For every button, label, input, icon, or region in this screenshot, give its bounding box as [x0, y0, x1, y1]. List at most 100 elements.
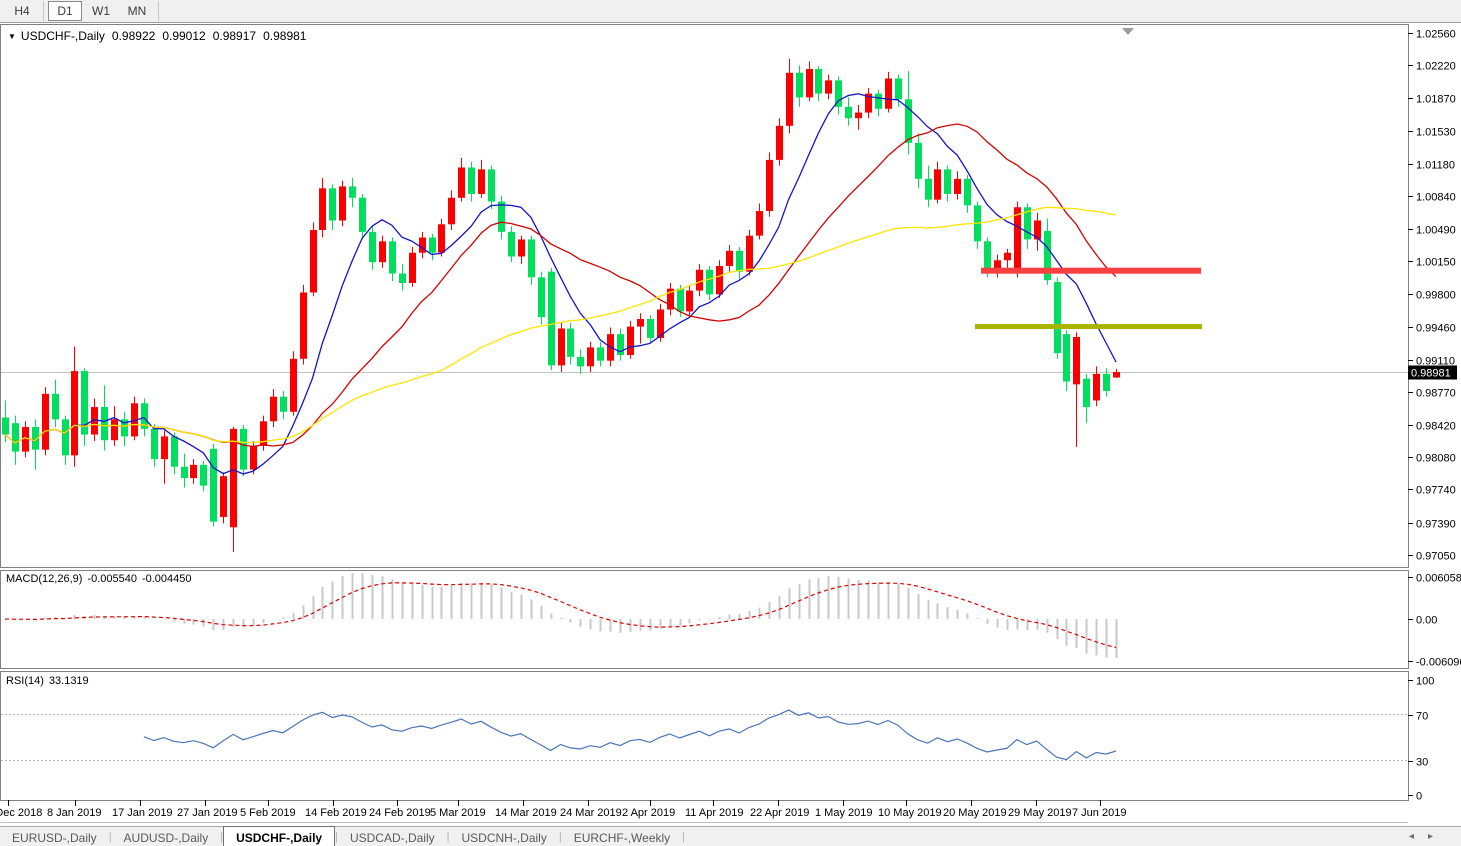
ohlc-open: 0.98922 — [112, 29, 155, 43]
candle-body — [964, 179, 971, 206]
candle — [220, 472, 227, 523]
candle-body — [1014, 207, 1021, 272]
candle-body — [458, 167, 465, 197]
candle-body — [498, 202, 505, 232]
candle-body — [815, 69, 822, 94]
candle-body — [875, 94, 882, 109]
price-axis-label: 0.98080 — [1416, 453, 1456, 465]
candle — [81, 368, 88, 446]
rsi-indicator-label: RSI(14)33.1319 — [6, 675, 89, 687]
candle-body — [845, 107, 852, 118]
candle — [310, 222, 317, 296]
candle-body — [151, 429, 158, 459]
chart-tab-usdcad[interactable]: USDCAD-,Daily — [338, 827, 447, 846]
macd-axis-label: 0.006058 — [1416, 573, 1461, 585]
chart-tab-eurchf[interactable]: EURCHF-,Weekly — [562, 827, 682, 846]
chart-tab-audusd[interactable]: AUDUSD-,Daily — [112, 827, 221, 846]
candle-body — [379, 241, 386, 262]
time-axis-label: 27 Jan 2019 — [177, 807, 238, 819]
candle-body — [934, 169, 941, 199]
candle-body — [101, 407, 108, 440]
candle-body — [825, 80, 832, 93]
price-axis-label: 1.02560 — [1416, 29, 1456, 41]
candle-body — [508, 232, 515, 257]
candle-body — [766, 160, 773, 211]
price-axis-label: 0.97390 — [1416, 519, 1456, 531]
rsi-axis-label: 100 — [1416, 676, 1434, 688]
price-axis-label: 0.98420 — [1416, 421, 1456, 433]
support-level[interactable] — [975, 324, 1202, 329]
candle — [1054, 277, 1061, 358]
candle — [290, 351, 297, 415]
price-axis-label: 1.01870 — [1416, 94, 1456, 106]
time-axis-label: 22 Apr 2019 — [750, 807, 809, 819]
candle-body — [488, 169, 495, 201]
candle-body — [12, 423, 19, 451]
candle-body — [577, 357, 584, 366]
candle-body — [567, 328, 574, 356]
candle-body — [250, 446, 257, 470]
chart-tab-usdchf[interactable]: USDCHF-,Daily — [223, 826, 335, 846]
time-axis-label: 5 Feb 2019 — [240, 807, 296, 819]
rsi-value: 33.1319 — [49, 675, 89, 687]
candle-body — [359, 198, 366, 232]
time-axis-label: 24 Feb 2019 — [369, 807, 431, 819]
time-axis-label: 30 Dec 2018 — [0, 807, 42, 819]
chart-tab-eurusd[interactable]: EURUSD-,Daily — [0, 827, 109, 846]
candle-body — [369, 232, 376, 262]
price-axis-label: 0.98770 — [1416, 388, 1456, 400]
candle-body — [706, 270, 713, 295]
candle-body — [915, 143, 922, 179]
candle-body — [42, 394, 49, 450]
candle-body — [776, 126, 783, 160]
time-axis-label: 2 Apr 2019 — [622, 807, 675, 819]
tab-scroll-left-icon[interactable]: ◂ — [1409, 831, 1414, 842]
candle-body — [984, 241, 991, 269]
candle-body — [716, 266, 723, 294]
chart-tab-bar: EURUSD-,Daily|AUDUSD-,Daily|USDCHF-,Dail… — [0, 826, 1461, 846]
macd-axis-label: -0.006096 — [1416, 657, 1461, 669]
candle — [42, 387, 49, 455]
candle — [766, 152, 773, 216]
symbol-dropdown-icon[interactable]: ▼ — [8, 32, 16, 41]
candle-body — [240, 429, 247, 470]
resistance-level[interactable] — [981, 268, 1201, 274]
tab-scroll-right-icon[interactable]: ▸ — [1428, 831, 1433, 842]
candle-body — [300, 292, 307, 358]
time-axis-label: 29 May 2019 — [1008, 807, 1072, 819]
macd-panel — [1, 571, 1409, 669]
candle — [300, 285, 307, 365]
candle — [339, 181, 346, 226]
candle-body — [329, 188, 336, 220]
candle-body — [399, 274, 406, 283]
candle-body — [954, 179, 961, 194]
time-axis-label: 14 Feb 2019 — [305, 807, 367, 819]
chart-canvas[interactable]: 1.025601.022201.018701.015301.011801.008… — [0, 0, 1461, 826]
price-axis-label: 1.01180 — [1416, 160, 1455, 172]
candle-body — [895, 78, 902, 99]
candle — [627, 321, 634, 359]
candle-body — [389, 241, 396, 273]
price-axis-label: 0.99800 — [1416, 290, 1456, 302]
candle-body — [478, 169, 485, 194]
candle — [240, 425, 247, 476]
candle-body — [538, 277, 545, 317]
rsi-axis-label: 70 — [1416, 711, 1428, 723]
time-axis-label: 1 May 2019 — [815, 807, 872, 819]
candle-body — [200, 465, 207, 486]
macd-value: -0.005540 — [87, 573, 137, 585]
candle — [409, 247, 416, 287]
candle-body — [438, 224, 445, 252]
candle-body — [190, 465, 197, 478]
time-axis-label: 20 May 2019 — [943, 807, 1007, 819]
candle-body — [1063, 334, 1070, 381]
candle-body — [677, 289, 684, 312]
chart-symbol-label: USDCHF-,Daily — [21, 29, 105, 43]
candle-body — [52, 394, 59, 420]
candle-body — [796, 73, 803, 98]
candle — [548, 268, 555, 370]
candle-body — [558, 328, 565, 365]
chart-tab-usdcnh[interactable]: USDCNH-,Daily — [450, 827, 559, 846]
candle-body — [627, 327, 634, 355]
current-price-tag-label: 0.98981 — [1411, 368, 1451, 380]
